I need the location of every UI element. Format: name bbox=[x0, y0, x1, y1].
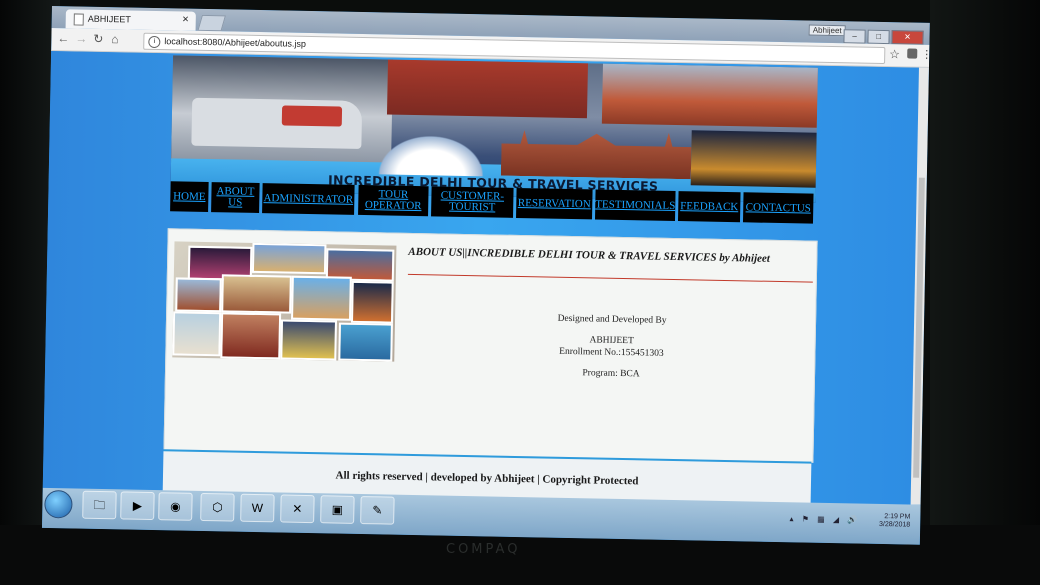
extension-icon[interactable] bbox=[907, 48, 918, 59]
monitor-bezel-right bbox=[930, 0, 1040, 585]
info-icon[interactable]: i bbox=[148, 35, 161, 48]
nav-contactus[interactable]: CONTACTUS bbox=[742, 192, 814, 224]
system-clock[interactable]: 2:19 PM 3/28/2018 bbox=[879, 513, 910, 530]
menu-icon[interactable]: ⋮ bbox=[921, 48, 930, 61]
credits-block: Designed and Developed By ABHIJEET Enrol… bbox=[466, 311, 757, 383]
screen: ABHIJEET × Abhijeet – □ ✕ ← → ↻ ⌂ i localho… bbox=[41, 6, 930, 545]
content-panel: ABOUT US||INCREDIBLE DELHI TOUR & TRAVEL… bbox=[163, 228, 818, 463]
banner-mosque bbox=[501, 130, 692, 180]
about-heading: ABOUT US||INCREDIBLE DELHI TOUR & TRAVEL… bbox=[408, 245, 771, 265]
window-controls: – □ ✕ bbox=[842, 25, 924, 45]
document-icon bbox=[73, 13, 84, 26]
nav-administrator[interactable]: ADMINISTRATOR bbox=[262, 183, 355, 215]
home-icon[interactable]: ⌂ bbox=[111, 32, 119, 46]
close-tab-icon[interactable]: × bbox=[182, 14, 189, 26]
media-player-taskbar-icon[interactable]: ▶ bbox=[120, 491, 155, 521]
page-viewport: INCREDIBLE DELHI TOUR & TRAVEL SERVICES … bbox=[42, 50, 919, 508]
explorer-taskbar-icon[interactable]: 🗀 bbox=[82, 490, 117, 520]
start-button-icon[interactable] bbox=[44, 489, 73, 519]
bookmark-star-icon[interactable]: ☆ bbox=[889, 47, 900, 61]
paint-taskbar-icon[interactable]: ✎ bbox=[360, 496, 395, 525]
nav-home[interactable]: HOME bbox=[170, 181, 209, 213]
new-tab-button[interactable] bbox=[197, 14, 226, 32]
banner-metro-photo bbox=[171, 55, 394, 165]
nav-tour-operator[interactable]: TOUR OPERATOR bbox=[358, 184, 429, 217]
clock-date: 3/28/2018 bbox=[878, 520, 911, 529]
footer-text: All rights reserved | developed by Abhij… bbox=[335, 469, 639, 488]
divider bbox=[407, 273, 813, 283]
system-tray-icons[interactable]: ▴ ⚑ ▦ ◢ 🔊 bbox=[789, 514, 860, 524]
nav-about-us[interactable]: ABOUT US bbox=[211, 182, 260, 214]
nav-reservation[interactable]: RESERVATION bbox=[516, 187, 593, 220]
reload-icon[interactable]: ↻ bbox=[93, 32, 103, 46]
monitor-brand: COMPAQ bbox=[446, 542, 521, 557]
profile-badge[interactable]: Abhijeet bbox=[808, 24, 846, 37]
travel-collage-image bbox=[172, 241, 397, 362]
banner-lotus-temple bbox=[370, 129, 492, 177]
app-taskbar-icon[interactable]: ⬡ bbox=[200, 492, 235, 522]
chrome-taskbar-icon[interactable]: ◉ bbox=[158, 492, 193, 521]
maximize-button[interactable]: □ bbox=[867, 29, 890, 45]
minimize-button[interactable]: – bbox=[843, 29, 866, 44]
nav-customer-tourist[interactable]: CUSTOMER-TOURIST bbox=[431, 186, 514, 218]
header-banner: INCREDIBLE DELHI TOUR & TRAVEL SERVICES bbox=[170, 55, 818, 203]
xampp-taskbar-icon[interactable]: ✕ bbox=[280, 494, 315, 524]
browser-tab[interactable]: ABHIJEET × bbox=[65, 9, 196, 31]
nav-feedback[interactable]: FEEDBACK bbox=[677, 191, 741, 223]
nav-testimonials[interactable]: TESTIMONIALS bbox=[595, 189, 676, 221]
banner-monument-photo bbox=[601, 63, 818, 128]
window-taskbar-icon[interactable]: ▣ bbox=[320, 495, 355, 524]
tab-title: ABHIJEET bbox=[87, 13, 131, 25]
url-text: localhost:8080/Abhijeet/aboutus.jsp bbox=[164, 36, 307, 49]
back-icon[interactable]: ← bbox=[57, 31, 69, 45]
close-window-button[interactable]: ✕ bbox=[891, 30, 924, 45]
forward-icon[interactable]: → bbox=[75, 31, 87, 45]
word-taskbar-icon[interactable]: W bbox=[240, 493, 275, 523]
banner-fort-photo bbox=[386, 59, 588, 119]
